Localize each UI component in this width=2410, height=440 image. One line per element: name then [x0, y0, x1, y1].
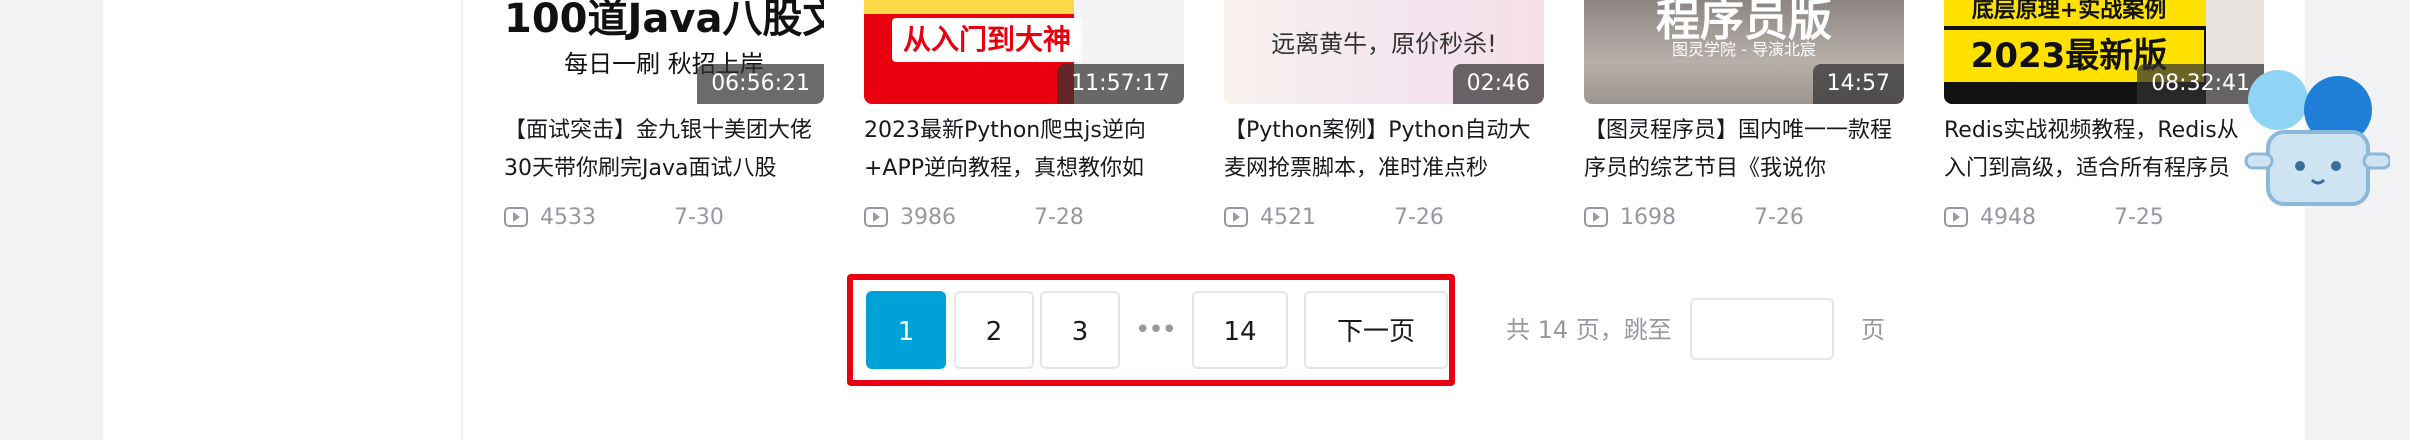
view-count: 3986	[900, 205, 956, 230]
page-button-1[interactable]: 1	[866, 291, 946, 369]
video-duration: 06:56:21	[697, 64, 824, 104]
video-meta: 4521 7-26	[1224, 200, 1444, 236]
video-duration: 11:57:17	[1057, 64, 1184, 104]
video-thumbnail[interactable]: 底层原理+实战案例 2023最新版 08:32:41	[1944, 0, 2264, 104]
play-count-icon	[1584, 207, 1608, 227]
video-card[interactable]: 底层原理+实战案例 2023最新版 08:32:41 Redis实战视频教程，R…	[1944, 0, 2264, 240]
video-thumbnail[interactable]: 100道Java八股文 每日一刷 秋招上岸 06:56:21	[504, 0, 824, 104]
thumbnail-headline: 远离黄牛，原价秒杀!	[1271, 30, 1497, 58]
video-title[interactable]: Redis实战视频教程，Redis从入门到高级，适合所有程序员	[1944, 112, 2254, 188]
video-meta: 1698 7-26	[1584, 200, 1804, 236]
thumbnail-headline: 底层原理+实战案例	[1971, 0, 2167, 23]
video-title[interactable]: 【面试突击】金九银十美团大佬30天带你刷完Java面试八股	[504, 112, 814, 188]
video-duration: 14:57	[1812, 64, 1904, 104]
video-thumbnail[interactable]: 从入门到大神 11:57:17	[864, 0, 1184, 104]
publish-date: 7-26	[1754, 205, 1804, 230]
view-count: 4521	[1260, 205, 1316, 230]
next-page-button[interactable]: 下一页	[1304, 291, 1448, 369]
page-button-2[interactable]: 2	[954, 291, 1034, 369]
video-card[interactable]: 从入门到大神 11:57:17 2023最新Python爬虫js逆向+APP逆向…	[864, 0, 1184, 240]
pagination-ellipsis[interactable]: •••	[1134, 291, 1177, 369]
play-count-icon	[864, 207, 888, 227]
video-card[interactable]: 100道Java八股文 每日一刷 秋招上岸 06:56:21 【面试突击】金九银…	[504, 0, 824, 240]
publish-date: 7-30	[674, 205, 724, 230]
publish-date: 7-28	[1034, 205, 1084, 230]
video-card[interactable]: 程序员版 图灵学院 - 导演北宸 14:57 【图灵程序员】国内唯一一款程序员的…	[1584, 0, 1904, 240]
video-thumbnail[interactable]: 程序员版 图灵学院 - 导演北宸 14:57	[1584, 0, 1904, 104]
thumbnail-subline: 图灵学院 - 导演北宸	[1672, 40, 1816, 59]
view-count: 4948	[1980, 205, 2036, 230]
video-meta: 4533 7-30	[504, 200, 724, 236]
video-duration: 02:46	[1452, 64, 1544, 104]
video-title[interactable]: 【图灵程序员】国内唯一一款程序员的综艺节目《我说你	[1584, 112, 1894, 188]
play-count-icon	[1944, 207, 1968, 227]
play-count-icon	[504, 207, 528, 227]
view-count: 1698	[1620, 205, 1676, 230]
video-thumbnail[interactable]: 远离黄牛，原价秒杀! 02:46	[1224, 0, 1544, 104]
thumbnail-headline: 从入门到大神	[892, 18, 1082, 62]
page-jump-suffix: 页	[1861, 316, 1885, 344]
page-jump-input[interactable]	[1690, 298, 1834, 360]
video-card[interactable]: 远离黄牛，原价秒杀! 02:46 【Python案例】Python自动大麦网抢票…	[1224, 0, 1544, 240]
page-button-3[interactable]: 3	[1040, 291, 1120, 369]
publish-date: 7-25	[2114, 205, 2164, 230]
publish-date: 7-26	[1394, 205, 1444, 230]
video-title[interactable]: 2023最新Python爬虫js逆向+APP逆向教程，真想教你如	[864, 112, 1174, 188]
mascot-icon[interactable]	[2240, 62, 2392, 232]
total-pages-text: 共 14 页，跳至	[1506, 316, 1672, 344]
video-title[interactable]: 【Python案例】Python自动大麦网抢票脚本，准时准点秒	[1224, 112, 1534, 188]
thumbnail-headline: 100道Java八股文	[504, 0, 824, 42]
thumbnail-banner-strip	[864, 0, 1088, 14]
view-count: 4533	[540, 205, 596, 230]
video-meta: 4948 7-25	[1944, 200, 2164, 236]
page-button-14[interactable]: 14	[1192, 291, 1288, 369]
video-meta: 3986 7-28	[864, 200, 1084, 236]
play-count-icon	[1224, 207, 1248, 227]
left-divider	[461, 0, 463, 440]
